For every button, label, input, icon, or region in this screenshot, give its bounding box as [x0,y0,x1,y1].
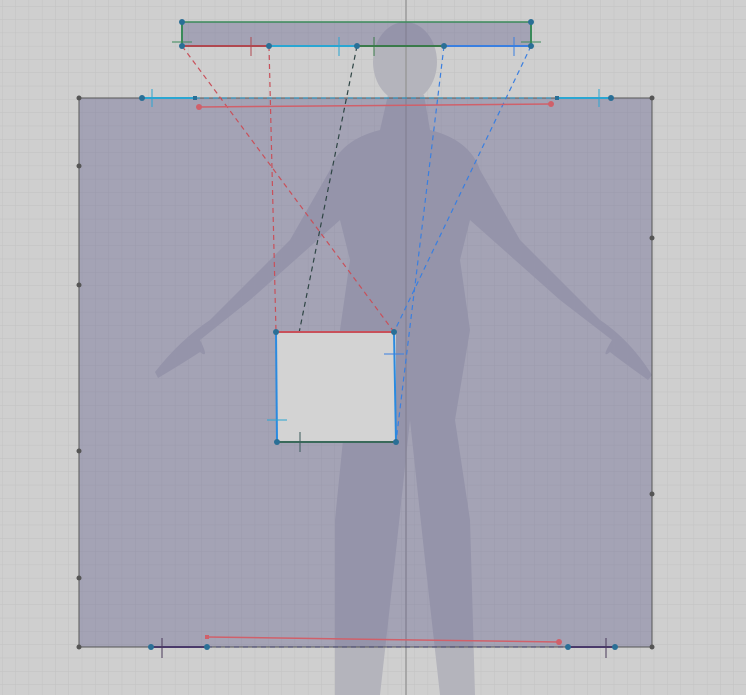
drawing[interactable] [0,0,746,695]
small-rectangle-piece[interactable] [267,331,404,452]
pattern-canvas[interactable] [0,0,746,695]
